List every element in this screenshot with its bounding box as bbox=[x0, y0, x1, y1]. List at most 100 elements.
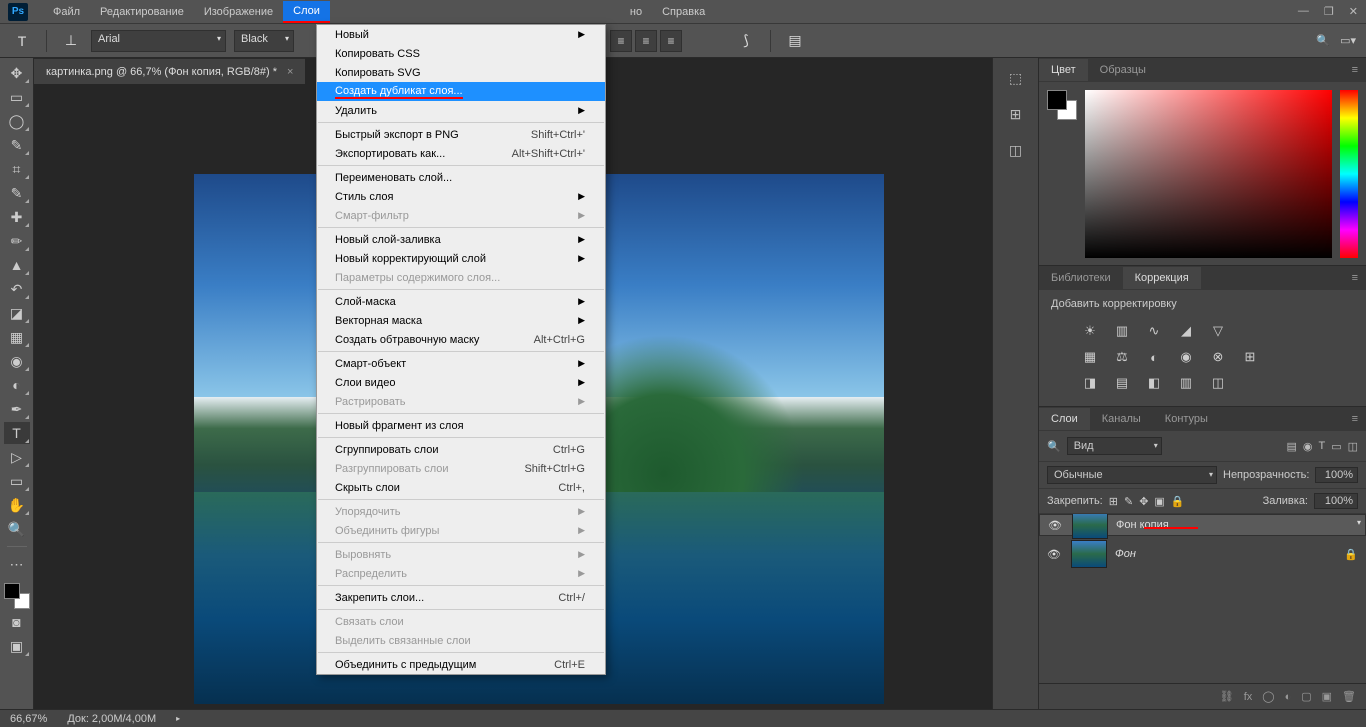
font-select[interactable]: Arial bbox=[91, 30, 226, 52]
lock-icon[interactable]: 🔒 bbox=[1171, 495, 1185, 508]
fill-input[interactable]: 100% bbox=[1314, 493, 1358, 509]
maximize-icon[interactable]: ❐ bbox=[1324, 5, 1334, 18]
filter-shape-icon[interactable]: ▭ bbox=[1331, 440, 1341, 453]
menu-item[interactable]: Создать обтравочную маскуAlt+Ctrl+G bbox=[317, 330, 605, 349]
warp-text-icon[interactable]: ⟆ bbox=[734, 29, 758, 53]
layer-item[interactable]: 👁 Фон 🔒 bbox=[1039, 536, 1366, 572]
panel-menu-icon[interactable]: ≡ bbox=[1344, 272, 1366, 284]
tab-layers[interactable]: Слои bbox=[1039, 408, 1090, 430]
edit-toolbar[interactable]: ⋯ bbox=[4, 553, 30, 575]
adj-selective-icon[interactable]: ◫ bbox=[1207, 374, 1229, 392]
visibility-icon[interactable]: 👁 bbox=[1048, 519, 1064, 532]
shape-tool[interactable]: ▭ bbox=[4, 470, 30, 492]
menu-item[interactable]: Копировать SVG bbox=[317, 63, 605, 82]
adj-poster-icon[interactable]: ▤ bbox=[1111, 374, 1133, 392]
text-tool[interactable]: T bbox=[4, 422, 30, 444]
filter-adj-icon[interactable]: ◉ bbox=[1303, 440, 1313, 453]
close-icon[interactable]: ✕ bbox=[1349, 5, 1358, 18]
layer-thumbnail[interactable] bbox=[1071, 540, 1107, 568]
visibility-icon[interactable]: 👁 bbox=[1047, 548, 1063, 561]
path-select-tool[interactable]: ▷ bbox=[4, 446, 30, 468]
menu-item[interactable]: Экспортировать как...Alt+Shift+Ctrl+' bbox=[317, 144, 605, 163]
layer-item[interactable]: 👁 Фон копия bbox=[1039, 514, 1366, 536]
menu-item[interactable]: Скрыть слоиCtrl+, bbox=[317, 478, 605, 497]
stamp-tool[interactable]: ▲ bbox=[4, 254, 30, 276]
screenmode-tool[interactable]: ▣ bbox=[4, 635, 30, 657]
menu-file[interactable]: Файл bbox=[43, 2, 90, 22]
filter-search-icon[interactable]: 🔍 bbox=[1047, 440, 1061, 453]
filter-text-icon[interactable]: T bbox=[1318, 440, 1325, 453]
panel-menu-icon[interactable]: ≡ bbox=[1344, 64, 1366, 76]
gradient-tool[interactable]: ▦ bbox=[4, 326, 30, 348]
color-swatches[interactable] bbox=[4, 583, 30, 609]
history-brush-tool[interactable]: ↶ bbox=[4, 278, 30, 300]
mask-icon[interactable]: ◯ bbox=[1262, 690, 1274, 703]
close-tab-icon[interactable]: × bbox=[287, 66, 293, 78]
panel-menu-icon[interactable]: ≡ bbox=[1344, 413, 1366, 425]
lasso-tool[interactable]: ◯ bbox=[4, 110, 30, 132]
orientation-icon[interactable]: ⊥ bbox=[59, 29, 83, 53]
adj-mixer-icon[interactable]: ⊗ bbox=[1207, 348, 1229, 366]
tab-paths[interactable]: Контуры bbox=[1153, 408, 1220, 430]
menu-item[interactable]: Создать дубликат слоя... bbox=[317, 82, 605, 101]
brush-tool[interactable]: ✏ bbox=[4, 230, 30, 252]
search-icon[interactable]: 🔍 bbox=[1316, 34, 1330, 47]
lock-pixels-icon[interactable]: ✎ bbox=[1124, 495, 1133, 508]
adj-curves-icon[interactable]: ∿ bbox=[1143, 322, 1165, 340]
quick-select-tool[interactable]: ✎ bbox=[4, 134, 30, 156]
menu-item[interactable]: Копировать CSS bbox=[317, 44, 605, 63]
color-field[interactable] bbox=[1085, 90, 1332, 258]
quickmask-tool[interactable]: ◙ bbox=[4, 611, 30, 633]
tab-swatches[interactable]: Образцы bbox=[1088, 59, 1158, 81]
group-icon[interactable]: ▢ bbox=[1301, 690, 1311, 703]
adj-balance-icon[interactable]: ⚖ bbox=[1111, 348, 1133, 366]
document-tab[interactable]: картинка.png @ 66,7% (Фон копия, RGB/8#)… bbox=[34, 58, 305, 84]
dock-properties-icon[interactable]: ◫ bbox=[1002, 138, 1030, 162]
pen-tool[interactable]: ✒ bbox=[4, 398, 30, 420]
adj-bw-icon[interactable]: ◐ bbox=[1143, 348, 1165, 366]
workspace-icon[interactable]: ▭▾ bbox=[1340, 34, 1356, 47]
menu-item[interactable]: Новый слой-заливка▶ bbox=[317, 230, 605, 249]
blur-tool[interactable]: ◉ bbox=[4, 350, 30, 372]
filter-smart-icon[interactable]: ◫ bbox=[1348, 440, 1358, 453]
filter-kind-select[interactable]: Вид bbox=[1067, 437, 1162, 455]
tab-adjustments[interactable]: Коррекция bbox=[1123, 267, 1201, 289]
marquee-tool[interactable]: ▭ bbox=[4, 86, 30, 108]
move-tool[interactable]: ✥ bbox=[4, 62, 30, 84]
delete-icon[interactable]: 🗑 bbox=[1342, 690, 1356, 703]
zoom-level[interactable]: 66,67% bbox=[10, 713, 47, 725]
tab-color[interactable]: Цвет bbox=[1039, 59, 1088, 81]
align-center-icon[interactable]: ≡ bbox=[635, 30, 657, 52]
menu-item[interactable]: Переименовать слой... bbox=[317, 168, 605, 187]
menu-item[interactable]: Смарт-объект▶ bbox=[317, 354, 605, 373]
adj-hue-icon[interactable]: ▦ bbox=[1079, 348, 1101, 366]
adj-invert-icon[interactable]: ◨ bbox=[1079, 374, 1101, 392]
menu-truncated[interactable]: но bbox=[620, 2, 652, 22]
hand-tool[interactable]: ✋ bbox=[4, 494, 30, 516]
layer-name[interactable]: Фон bbox=[1115, 548, 1136, 560]
adj-vibrance-icon[interactable]: ▽ bbox=[1207, 322, 1229, 340]
tab-libraries[interactable]: Библиотеки bbox=[1039, 267, 1123, 289]
layer-thumbnail[interactable] bbox=[1072, 514, 1108, 539]
link-icon[interactable]: ⛓ bbox=[1220, 690, 1234, 703]
menu-item[interactable]: Слои видео▶ bbox=[317, 373, 605, 392]
adjustment-icon[interactable]: ◐ bbox=[1285, 691, 1292, 703]
adj-brightness-icon[interactable]: ☀ bbox=[1079, 322, 1101, 340]
menu-item[interactable]: Новый▶ bbox=[317, 25, 605, 44]
align-left-icon[interactable]: ≡ bbox=[610, 30, 632, 52]
adj-photo-icon[interactable]: ◉ bbox=[1175, 348, 1197, 366]
eraser-tool[interactable]: ◪ bbox=[4, 302, 30, 324]
panel-swatches[interactable] bbox=[1047, 90, 1077, 120]
menu-image[interactable]: Изображение bbox=[194, 2, 283, 22]
filter-image-icon[interactable]: ▤ bbox=[1286, 440, 1296, 453]
menu-item[interactable]: Новый фрагмент из слоя bbox=[317, 416, 605, 435]
foreground-swatch[interactable] bbox=[4, 583, 20, 599]
menu-edit[interactable]: Редактирование bbox=[90, 2, 194, 22]
menu-item[interactable]: Векторная маска▶ bbox=[317, 311, 605, 330]
adj-exposure-icon[interactable]: ◢ bbox=[1175, 322, 1197, 340]
adj-threshold-icon[interactable]: ◧ bbox=[1143, 374, 1165, 392]
layer-name[interactable]: Фон копия bbox=[1116, 519, 1169, 531]
tab-channels[interactable]: Каналы bbox=[1090, 408, 1153, 430]
doc-size[interactable]: Док: 2,00M/4,00M bbox=[67, 713, 156, 725]
blend-mode-select[interactable]: Обычные bbox=[1047, 466, 1217, 484]
